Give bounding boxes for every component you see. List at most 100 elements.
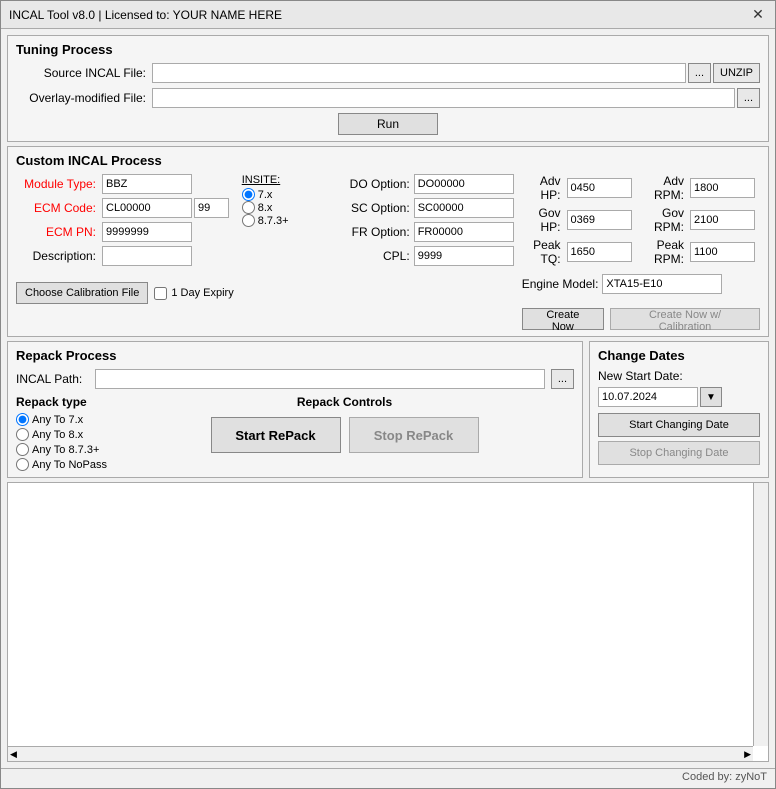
output-area: ◀ ▶ — [7, 482, 769, 762]
repack-type-8x-radio[interactable] — [16, 428, 29, 441]
source-file-row: Source INCAL File: ... UNZIP — [16, 63, 760, 83]
gov-hp-label: Gov HP: — [522, 206, 561, 234]
unzip-button[interactable]: UNZIP — [713, 63, 760, 83]
gov-hp-input[interactable] — [567, 210, 632, 230]
ecm-pn-label: ECM PN: — [16, 225, 96, 239]
module-type-input[interactable] — [102, 174, 192, 194]
engine-model-input[interactable] — [602, 274, 722, 294]
ecm-code-input[interactable] — [102, 198, 192, 218]
repack-type-nopass-radio[interactable] — [16, 458, 29, 471]
repack-section: Repack Process INCAL Path: ... Repack ty… — [7, 341, 583, 478]
description-input[interactable] — [102, 246, 192, 266]
calendar-button[interactable]: ▼ — [700, 387, 722, 407]
status-text: Coded by: zyNoT — [682, 771, 767, 783]
cpl-input[interactable] — [414, 246, 514, 266]
title-bar: INCAL Tool v8.0 | Licensed to: YOUR NAME… — [1, 1, 775, 29]
repack-type-873-row: Any To 8.7.3+ — [16, 443, 107, 456]
tuning-process-title: Tuning Process — [16, 42, 760, 57]
date-row: ▼ — [598, 387, 760, 407]
create-now-calibration-button[interactable]: Create Now w/ Calibration — [610, 308, 760, 330]
repack-type-873-radio[interactable] — [16, 443, 29, 456]
main-content: Tuning Process Source INCAL File: ... UN… — [1, 29, 775, 768]
repack-path-input[interactable] — [95, 369, 545, 389]
repack-type-nopass-label: Any To NoPass — [32, 459, 107, 471]
module-type-row: Module Type: — [16, 174, 234, 194]
repack-type-nopass-row: Any To NoPass — [16, 458, 107, 471]
sc-option-input[interactable] — [414, 198, 514, 218]
choose-calibration-button[interactable]: Choose Calibration File — [16, 282, 148, 304]
peak-rpm-input[interactable] — [690, 242, 755, 262]
new-start-date-label: New Start Date: — [598, 369, 760, 383]
ecm-code-suffix-input[interactable] — [194, 198, 229, 218]
ecm-pn-input[interactable] — [102, 222, 192, 242]
one-day-expiry-checkbox[interactable] — [154, 287, 167, 300]
ci-bottom-left: Choose Calibration File 1 Day Expiry — [16, 276, 234, 304]
insite-8x-radio[interactable] — [242, 201, 255, 214]
ci-mid-col: INSITE: 7.x 8.x 8.7.3+ — [242, 174, 322, 330]
peak-tq-label: Peak TQ: — [522, 238, 561, 266]
ci-right-col: Adv HP: Adv RPM: Gov HP: Gov RPM: Peak T… — [522, 174, 760, 330]
source-browse-button[interactable]: ... — [688, 63, 711, 83]
status-bar: Coded by: zyNoT — [1, 768, 775, 788]
close-button[interactable]: ✕ — [749, 6, 767, 24]
repack-body: Repack type Any To 7.x Any To 8.x Any To… — [16, 395, 574, 471]
ci-options-col: DO Option: SC Option: FR Option: CPL: — [330, 174, 514, 330]
cpl-label: CPL: — [330, 249, 410, 263]
custom-incal-body: Module Type: ECM Code: ECM PN: Descripti… — [16, 174, 760, 330]
source-file-input[interactable] — [152, 63, 686, 83]
stop-changing-date-button[interactable]: Stop Changing Date — [598, 441, 760, 465]
change-dates-title: Change Dates — [598, 348, 760, 363]
repack-controls-title: Repack Controls — [115, 395, 574, 409]
tuning-process-section: Tuning Process Source INCAL File: ... UN… — [7, 35, 769, 142]
engine-model-row: Engine Model: — [522, 274, 760, 294]
title-bar-text: INCAL Tool v8.0 | Licensed to: YOUR NAME… — [9, 8, 282, 22]
do-option-input[interactable] — [414, 174, 514, 194]
repack-path-row: INCAL Path: ... — [16, 369, 574, 389]
stop-repack-button[interactable]: Stop RePack — [349, 417, 479, 453]
repack-browse-button[interactable]: ... — [551, 369, 574, 389]
scroll-left-arrow[interactable]: ◀ — [10, 749, 17, 760]
repack-type-7x-radio[interactable] — [16, 413, 29, 426]
adv-rpm-input[interactable] — [690, 178, 755, 198]
main-window: INCAL Tool v8.0 | Licensed to: YOUR NAME… — [0, 0, 776, 789]
insite-8x-label: 8.x — [258, 202, 273, 214]
adv-grid: Adv HP: Adv RPM: Gov HP: Gov RPM: Peak T… — [522, 174, 760, 266]
do-option-label: DO Option: — [330, 177, 410, 191]
repack-title: Repack Process — [16, 348, 574, 363]
horizontal-scrollbar[interactable]: ◀ ▶ — [8, 746, 753, 761]
ecm-code-label: ECM Code: — [16, 201, 96, 215]
peak-tq-input[interactable] — [567, 242, 632, 262]
repack-type-8x-row: Any To 8.x — [16, 428, 107, 441]
custom-incal-section: Custom INCAL Process Module Type: ECM Co… — [7, 146, 769, 337]
ecm-code-row: ECM Code: — [16, 198, 234, 218]
start-repack-button[interactable]: Start RePack — [211, 417, 341, 453]
gov-rpm-label: Gov RPM: — [643, 206, 684, 234]
overlay-browse-button[interactable]: ... — [737, 88, 760, 108]
insite-7x-label: 7.x — [258, 189, 273, 201]
repack-buttons: Start RePack Stop RePack — [115, 417, 574, 453]
ci-left-col: Module Type: ECM Code: ECM PN: Descripti… — [16, 174, 234, 330]
insite-7x-radio[interactable] — [242, 188, 255, 201]
insite-873-radio[interactable] — [242, 214, 255, 227]
description-row: Description: — [16, 246, 234, 266]
run-button[interactable]: Run — [338, 113, 438, 135]
create-now-button[interactable]: Create Now — [522, 308, 604, 330]
scroll-right-arrow[interactable]: ▶ — [744, 749, 751, 760]
adv-hp-input[interactable] — [567, 178, 632, 198]
description-label: Description: — [16, 249, 96, 263]
run-row: Run — [16, 113, 760, 135]
module-type-label: Module Type: — [16, 177, 96, 191]
fr-option-label: FR Option: — [330, 225, 410, 239]
vertical-scrollbar[interactable] — [753, 483, 768, 746]
ci-buttons: Choose Calibration File 1 Day Expiry — [16, 282, 234, 304]
insite-8x-row: 8.x — [242, 201, 322, 214]
date-input[interactable] — [598, 387, 698, 407]
repack-controls-col: Repack Controls Start RePack Stop RePack — [115, 395, 574, 471]
overlay-file-row: Overlay-modified File: ... — [16, 88, 760, 108]
fr-option-input[interactable] — [414, 222, 514, 242]
source-file-label: Source INCAL File: — [16, 66, 146, 80]
overlay-file-input[interactable] — [152, 88, 735, 108]
gov-rpm-input[interactable] — [690, 210, 755, 230]
insite-group: INSITE: 7.x 8.x 8.7.3+ — [242, 174, 322, 227]
start-changing-date-button[interactable]: Start Changing Date — [598, 413, 760, 437]
